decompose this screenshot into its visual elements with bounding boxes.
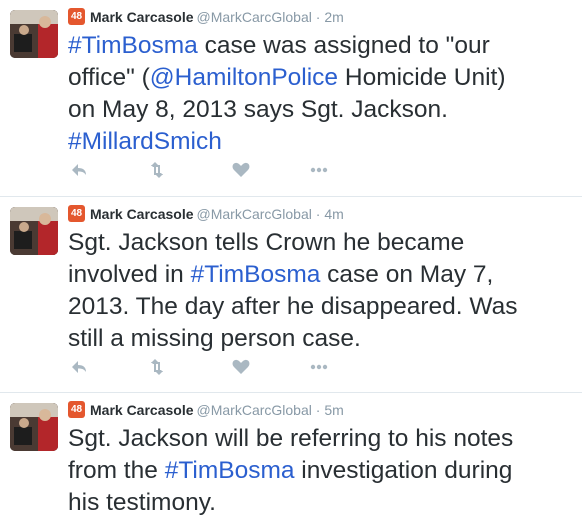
separator-dot: · bbox=[315, 206, 321, 222]
author-handle[interactable]: @MarkCarcGlobal bbox=[197, 206, 312, 222]
avatar-image bbox=[10, 207, 58, 255]
author-handle[interactable]: @MarkCarcGlobal bbox=[197, 402, 312, 418]
timestamp[interactable]: 2m bbox=[324, 9, 343, 25]
tweet-text: Sgt. Jackson will be referring to his no… bbox=[68, 423, 576, 519]
tweet-text-fragment: Sgt. Jackson tells Crown he became bbox=[68, 229, 465, 256]
more-icon[interactable] bbox=[308, 160, 330, 180]
tweet-text-fragment: Sgt. Jackson will be referring to his no… bbox=[68, 425, 514, 452]
author-name[interactable]: Mark Carcasole bbox=[90, 9, 194, 25]
tweet-header: 48 Mark Carcasole @MarkCarcGlobal · 2m bbox=[68, 8, 344, 26]
mention-link[interactable]: @HamiltonPolice bbox=[150, 64, 338, 91]
notification-badge: 48 bbox=[68, 401, 85, 418]
hashtag-link[interactable]: #TimBosma bbox=[68, 32, 198, 59]
author-name[interactable]: Mark Carcasole bbox=[90, 206, 194, 222]
notification-badge: 48 bbox=[68, 205, 85, 222]
separator-dot: · bbox=[315, 9, 321, 25]
separator-dot: · bbox=[315, 402, 321, 418]
tweet-text-fragment: Homicide Unit) bbox=[338, 64, 506, 91]
reply-icon[interactable] bbox=[68, 357, 90, 377]
notification-badge: 48 bbox=[68, 8, 85, 25]
tweet-text-fragment: office" ( bbox=[68, 64, 150, 91]
tweet-text-fragment: case was assigned to "our bbox=[197, 32, 490, 59]
like-icon[interactable] bbox=[230, 357, 252, 377]
tweet[interactable]: 48 Mark Carcasole @MarkCarcGlobal · 2m #Ti… bbox=[0, 0, 582, 196]
tweet-text-fragment: from the bbox=[68, 457, 165, 484]
timestamp[interactable]: 4m bbox=[324, 206, 343, 222]
retweet-icon[interactable] bbox=[146, 160, 168, 180]
reply-icon[interactable] bbox=[68, 160, 90, 180]
more-icon[interactable] bbox=[308, 357, 330, 377]
avatar[interactable] bbox=[10, 10, 58, 58]
avatar[interactable] bbox=[10, 207, 58, 255]
tweet-text-fragment: his testimony. bbox=[68, 489, 216, 516]
tweet-text-fragment: 2013. The day after he disappeared. Was bbox=[68, 293, 518, 320]
tweet-header: 48 Mark Carcasole @MarkCarcGlobal · 4m bbox=[68, 205, 344, 223]
tweet-text-fragment: involved in bbox=[68, 261, 191, 288]
tweet-text-fragment: case on May 7, bbox=[320, 261, 494, 288]
tweet[interactable]: 48 Mark Carcasole @MarkCarcGlobal · 5m Sgt… bbox=[0, 392, 582, 532]
author-name[interactable]: Mark Carcasole bbox=[90, 402, 194, 418]
hashtag-link[interactable]: #TimBosma bbox=[191, 261, 321, 288]
avatar[interactable] bbox=[10, 403, 58, 451]
tweet-text: #TimBosma case was assigned to "our offi… bbox=[68, 30, 576, 158]
tweet-text-fragment: still a missing person case. bbox=[68, 325, 361, 352]
avatar-image bbox=[10, 403, 58, 451]
timestamp[interactable]: 5m bbox=[324, 402, 343, 418]
retweet-icon[interactable] bbox=[146, 357, 168, 377]
hashtag-link[interactable]: #TimBosma bbox=[165, 457, 295, 484]
hashtag-link[interactable]: #MillardSmich bbox=[68, 128, 222, 155]
author-handle[interactable]: @MarkCarcGlobal bbox=[197, 9, 312, 25]
tweet-header: 48 Mark Carcasole @MarkCarcGlobal · 5m bbox=[68, 401, 344, 419]
avatar-image bbox=[10, 10, 58, 58]
like-icon[interactable] bbox=[230, 160, 252, 180]
tweet-text: Sgt. Jackson tells Crown he became invol… bbox=[68, 227, 576, 355]
tweet-text-fragment: on May 8, 2013 says Sgt. Jackson. bbox=[68, 96, 448, 123]
tweet-text-fragment: investigation during bbox=[294, 457, 513, 484]
tweet[interactable]: 48 Mark Carcasole @MarkCarcGlobal · 4m Sgt… bbox=[0, 196, 582, 393]
